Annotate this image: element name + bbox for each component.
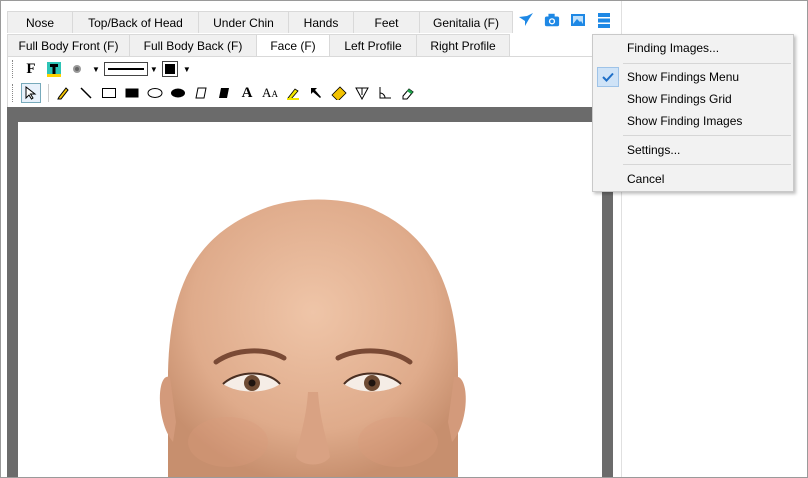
tab-right-profile[interactable]: Right Profile xyxy=(416,34,510,56)
menu-item-show-findings-grid[interactable]: Show Findings Grid xyxy=(595,88,791,110)
menu-item-settings[interactable]: Settings... xyxy=(595,139,791,161)
arrow-tool[interactable] xyxy=(306,83,326,103)
tab-hands[interactable]: Hands xyxy=(288,11,354,33)
brush-size-dropdown[interactable]: ▼ xyxy=(92,65,100,74)
toolbar-grip[interactable] xyxy=(12,60,16,78)
brush-size-icon[interactable] xyxy=(67,59,87,79)
menu-separator xyxy=(623,63,791,64)
text-color-icon[interactable] xyxy=(44,59,64,79)
face-illustration xyxy=(159,199,466,477)
tab-row-2: Full Body Front (F) Full Body Back (F) F… xyxy=(7,34,510,57)
line-style-select[interactable] xyxy=(103,62,148,76)
protractor-tool[interactable] xyxy=(352,83,372,103)
highlighter-tool[interactable] xyxy=(283,83,303,103)
line-style-dropdown[interactable]: ▼ xyxy=(150,65,158,74)
menu-item-show-finding-images[interactable]: Show Finding Images xyxy=(595,110,791,132)
menu-item-cancel[interactable]: Cancel xyxy=(595,168,791,190)
toolbar-separator xyxy=(48,84,49,102)
canvas-area xyxy=(7,107,613,477)
font-bold-icon[interactable]: F xyxy=(21,59,41,79)
tab-top-back-of-head[interactable]: Top/Back of Head xyxy=(72,11,199,33)
menu-item-show-findings-menu[interactable]: Show Findings Menu xyxy=(595,66,791,88)
tab-full-body-back[interactable]: Full Body Back (F) xyxy=(129,34,257,56)
app-window: Nose Top/Back of Head Under Chin Hands F… xyxy=(0,0,808,478)
toolbar-row-2: A AA xyxy=(12,82,421,104)
menu-separator xyxy=(623,164,791,165)
tab-bar: Nose Top/Back of Head Under Chin Hands F… xyxy=(1,1,621,57)
menu-item-label: Show Findings Menu xyxy=(627,70,740,84)
ruler-tool[interactable] xyxy=(329,83,349,103)
pencil-tool[interactable] xyxy=(53,83,73,103)
eraser-tool[interactable] xyxy=(398,83,418,103)
filled-rectangle-tool[interactable] xyxy=(122,83,142,103)
toolbar-grip-2[interactable] xyxy=(12,84,16,102)
filled-polygon-tool[interactable] xyxy=(214,83,234,103)
text-tool[interactable]: A xyxy=(237,83,257,103)
rectangle-tool[interactable] xyxy=(99,83,119,103)
tab-full-body-front[interactable]: Full Body Front (F) xyxy=(7,34,130,56)
tab-under-chin[interactable]: Under Chin xyxy=(198,11,289,33)
menu-separator xyxy=(623,135,791,136)
top-icon-bar xyxy=(518,12,612,28)
menu-item-finding-images[interactable]: Finding Images... xyxy=(595,37,791,59)
tab-genitalia[interactable]: Genitalia (F) xyxy=(419,11,513,33)
fill-color-select[interactable] xyxy=(161,61,178,77)
pointer-tool[interactable] xyxy=(21,83,41,103)
text-size-tool[interactable]: AA xyxy=(260,83,280,103)
drawing-toolbar: F ▼ ▼ ▼ A AA xyxy=(7,57,613,107)
tab-row-1: Nose Top/Back of Head Under Chin Hands F… xyxy=(7,11,513,33)
filled-ellipse-tool[interactable] xyxy=(168,83,188,103)
tab-face[interactable]: Face (F) xyxy=(256,34,330,57)
bird-icon[interactable] xyxy=(518,12,534,28)
context-menu: Finding Images... Show Findings Menu Sho… xyxy=(592,34,794,192)
image-icon[interactable] xyxy=(570,12,586,28)
tab-nose[interactable]: Nose xyxy=(7,11,73,33)
tab-left-profile[interactable]: Left Profile xyxy=(329,34,417,56)
camera-icon[interactable] xyxy=(544,12,560,28)
line-tool[interactable] xyxy=(76,83,96,103)
menu-icon[interactable] xyxy=(596,12,612,28)
tab-feet[interactable]: Feet xyxy=(353,11,420,33)
polygon-tool[interactable] xyxy=(191,83,211,103)
ellipse-tool[interactable] xyxy=(145,83,165,103)
angle-tool[interactable] xyxy=(375,83,395,103)
toolbar-row-1: F ▼ ▼ ▼ xyxy=(12,58,195,80)
fill-color-dropdown[interactable]: ▼ xyxy=(183,65,191,74)
drawing-canvas[interactable] xyxy=(18,122,602,477)
checkmark-icon xyxy=(597,67,619,87)
